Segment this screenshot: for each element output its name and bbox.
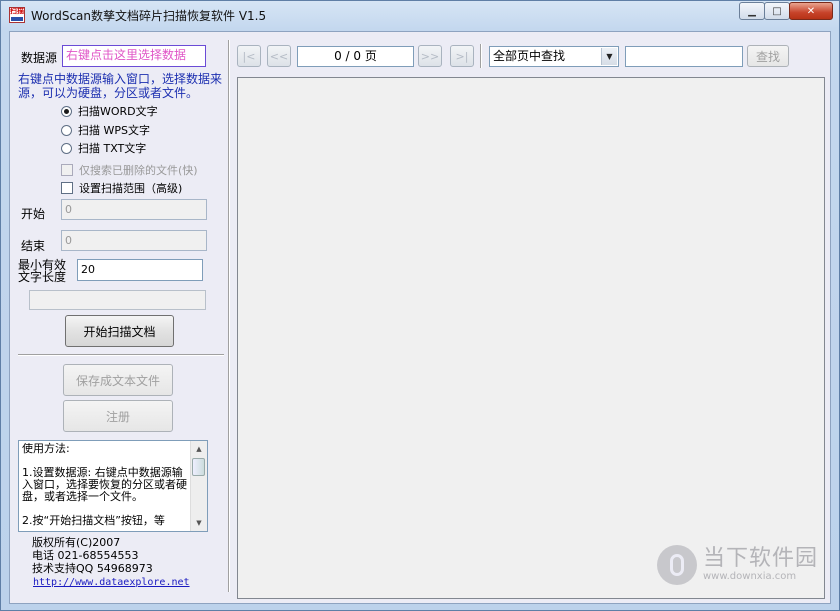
last-page-icon: >| xyxy=(455,49,469,63)
result-view[interactable] xyxy=(237,77,825,599)
source-hint: 右键点中数据源输入窗口，选择数据来源，可以为硬盘，分区或者文件。 xyxy=(18,72,223,100)
min-length-label-line2: 文字长度 xyxy=(18,270,67,284)
radio-wps-indicator[interactable] xyxy=(61,124,72,136)
source-input[interactable]: 右键点击这里选择数据 xyxy=(62,45,206,67)
title-bar[interactable]: 扫描 WordScan数孳文档碎片扫描恢复软件 V1.5 ▁ □ ✕ xyxy=(1,1,839,29)
first-page-button[interactable]: |< xyxy=(237,45,261,67)
maximize-icon: □ xyxy=(772,5,782,17)
website-link[interactable]: http://www.dataexplore.net xyxy=(33,577,190,588)
phone-line: 电话 021-68554553 xyxy=(32,549,139,562)
end-label: 结束 xyxy=(21,239,46,253)
first-page-icon: |< xyxy=(242,49,256,63)
watermark-main: 当下软件园 xyxy=(703,546,819,571)
page-indicator[interactable]: 0 / 0 页 xyxy=(297,46,414,67)
end-offset-input[interactable]: 0 xyxy=(61,230,207,251)
prev-page-icon: << xyxy=(269,49,289,63)
watermark-sub: www.downxia.com xyxy=(703,571,797,582)
radio-txt-indicator[interactable] xyxy=(61,142,72,154)
usage-text: 使用方法: 1.设置数据源: 右键点中数据源输入窗口，选择要恢复的分区或者硬盘，… xyxy=(22,442,187,527)
qq-support-line: 技术支持QQ 54968973 xyxy=(32,562,153,575)
search-button[interactable]: 查找 xyxy=(747,45,789,67)
search-input[interactable] xyxy=(625,46,743,67)
radio-wps[interactable]: 扫描 WPS文字 xyxy=(61,122,150,138)
vertical-separator xyxy=(228,40,230,592)
prev-page-button[interactable]: << xyxy=(267,45,291,67)
app-window: 扫描 WordScan数孳文档碎片扫描恢复软件 V1.5 ▁ □ ✕ 数据源 右… xyxy=(0,0,840,611)
scan-progress-bar xyxy=(29,290,206,310)
usage-instructions[interactable]: 使用方法: 1.设置数据源: 右键点中数据源输入窗口，选择要恢复的分区或者硬盘，… xyxy=(18,440,208,532)
chevron-down-icon[interactable]: ▼ xyxy=(601,48,617,65)
watermark-logo-icon xyxy=(657,545,697,585)
client-area: 数据源 右键点击这里选择数据 右键点中数据源输入窗口，选择数据来源，可以为硬盘，… xyxy=(9,31,831,604)
window-title: WordScan数孳文档碎片扫描恢复软件 V1.5 xyxy=(31,9,267,23)
last-page-button[interactable]: >| xyxy=(450,45,474,67)
search-scope-value: 全部页中查找 xyxy=(493,49,566,63)
minimize-button[interactable]: ▁ xyxy=(739,2,765,20)
scroll-thumb[interactable] xyxy=(192,458,205,476)
radio-word[interactable]: 扫描WORD文字 xyxy=(61,103,158,119)
register-button[interactable]: 注册 xyxy=(63,400,173,432)
scan-range-box[interactable] xyxy=(61,182,73,194)
copyright-line1: 版权所有(C)2007 xyxy=(32,536,121,549)
start-offset-input[interactable]: 0 xyxy=(61,199,207,220)
radio-txt-label: 扫描 TXT文字 xyxy=(78,142,147,155)
maximize-button[interactable]: □ xyxy=(764,2,790,20)
close-icon: ✕ xyxy=(806,5,816,17)
deleted-only-checkbox[interactable]: 仅搜索已删除的文件(快) xyxy=(61,162,198,178)
scroll-up-icon[interactable]: ▲ xyxy=(191,441,207,457)
min-length-input[interactable]: 20 xyxy=(77,259,203,281)
minimize-icon: ▁ xyxy=(748,5,756,17)
next-page-button[interactable]: >> xyxy=(418,45,442,67)
radio-word-label: 扫描WORD文字 xyxy=(78,105,158,118)
next-page-icon: >> xyxy=(420,49,440,63)
save-text-button[interactable]: 保存成文本文件 xyxy=(63,364,173,396)
radio-wps-label: 扫描 WPS文字 xyxy=(78,124,150,137)
close-button[interactable]: ✕ xyxy=(789,2,833,20)
scan-range-label: 设置扫描范围（高级) xyxy=(79,182,183,195)
radio-txt[interactable]: 扫描 TXT文字 xyxy=(61,140,146,156)
start-scan-button[interactable]: 开始扫描文档 xyxy=(65,315,174,347)
start-label: 开始 xyxy=(21,207,46,221)
radio-word-indicator[interactable] xyxy=(61,105,72,117)
panel-separator xyxy=(18,354,224,356)
scroll-down-icon[interactable]: ▼ xyxy=(191,515,207,531)
app-icon: 扫描 xyxy=(9,7,25,23)
deleted-only-box[interactable] xyxy=(61,164,73,176)
deleted-only-label: 仅搜索已删除的文件(快) xyxy=(79,164,198,177)
toolbar-separator xyxy=(480,44,482,68)
watermark: 当下软件园 www.downxia.com xyxy=(657,545,818,585)
search-scope-select[interactable]: 全部页中查找 ▼ xyxy=(489,46,619,67)
min-length-label: 最小有效 文字长度 xyxy=(18,259,66,283)
usage-scrollbar[interactable]: ▲ ▼ xyxy=(190,441,207,531)
scan-range-checkbox[interactable]: 设置扫描范围（高级) xyxy=(61,180,182,196)
source-label: 数据源 xyxy=(21,51,58,65)
